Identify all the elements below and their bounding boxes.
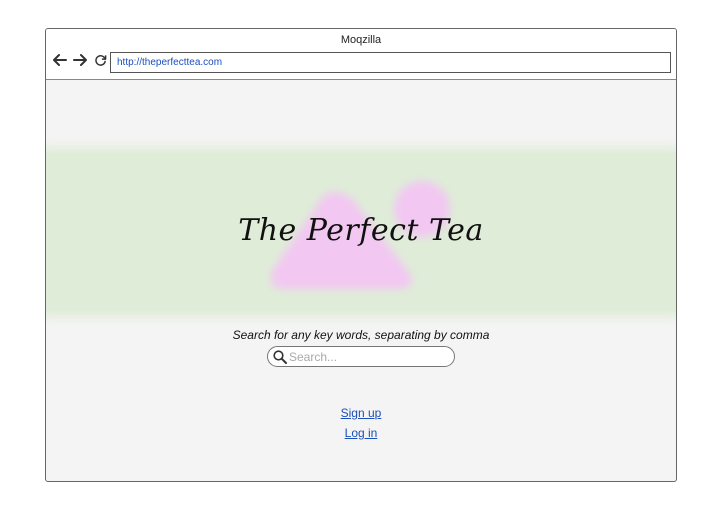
back-arrow-icon[interactable] (52, 51, 68, 69)
login-link-row: Log in (46, 426, 676, 440)
nav-buttons (52, 51, 108, 69)
search-icon (273, 349, 287, 364)
browser-toolbar: Moqzilla http://theperfecttea.com (46, 29, 676, 80)
window-title: Moqzilla (340, 34, 382, 46)
search-input[interactable] (287, 349, 439, 364)
brand-title: The Perfect Tea (238, 213, 484, 248)
search-field[interactable] (267, 346, 455, 367)
login-link[interactable]: Log in (345, 426, 378, 440)
signup-link[interactable]: Sign up (341, 406, 382, 420)
search-instructions: Search for any key words, separating by … (232, 328, 490, 342)
page-content: The Perfect Tea Search for any key words… (46, 80, 676, 481)
browser-window: Moqzilla http://theperfecttea.com The Pe… (45, 28, 677, 482)
forward-arrow-icon[interactable] (72, 51, 88, 69)
hero-banner: The Perfect Tea (46, 153, 676, 311)
address-bar[interactable]: http://theperfecttea.com (110, 52, 671, 73)
signup-link-row: Sign up (46, 406, 676, 420)
reload-icon[interactable] (92, 51, 108, 69)
